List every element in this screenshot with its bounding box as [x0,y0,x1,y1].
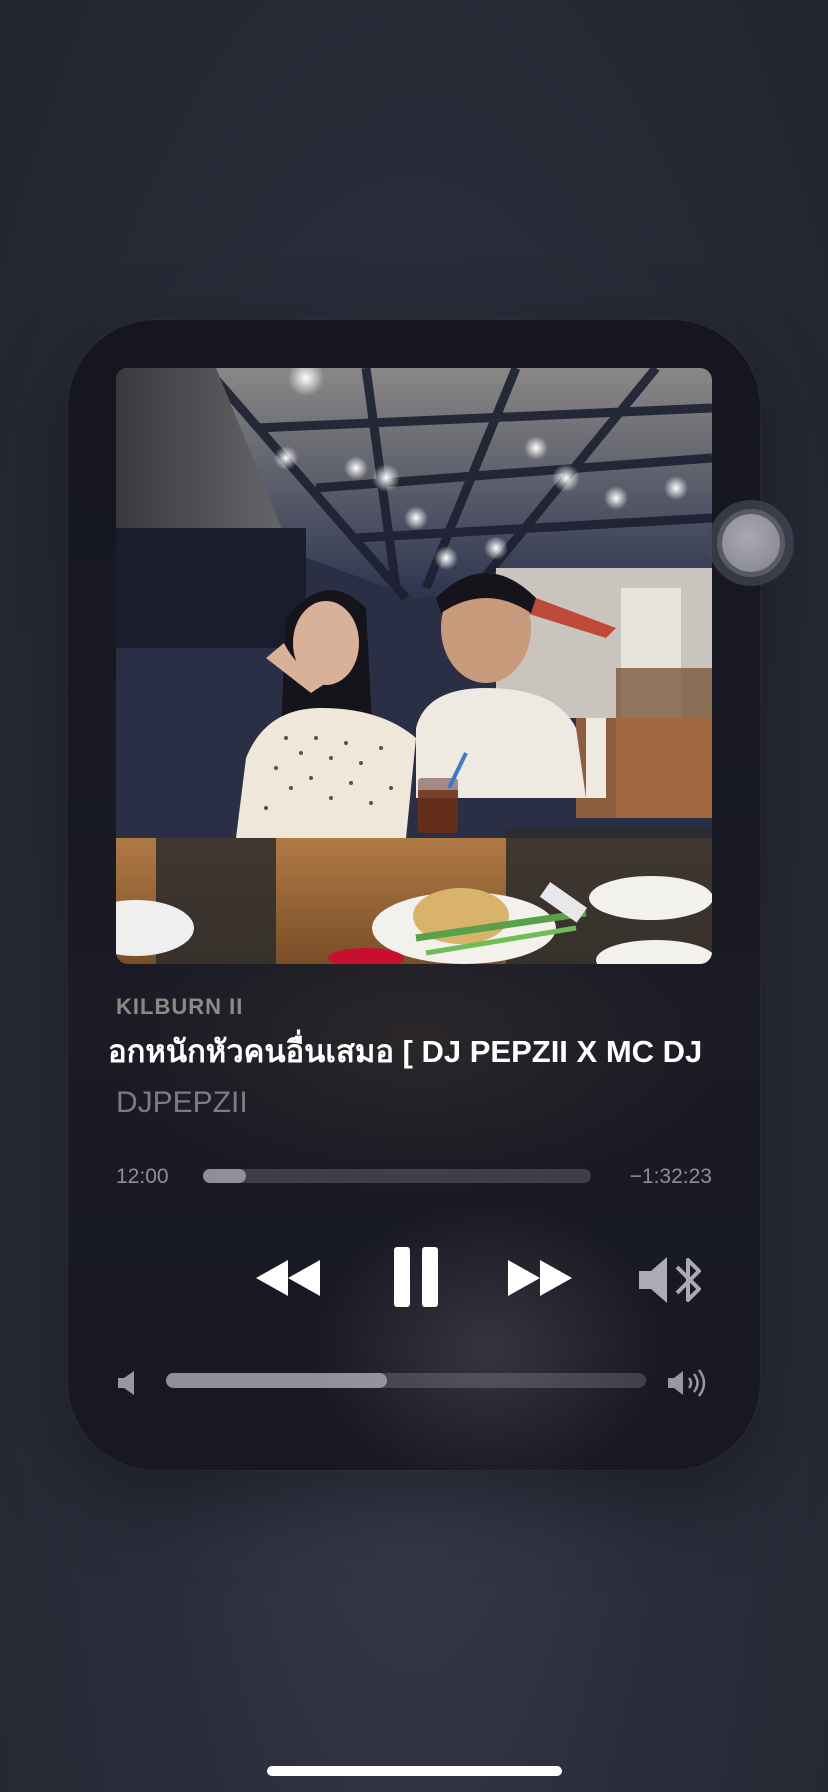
output-device-button[interactable] [633,1248,713,1312]
speaker-bluetooth-icon [639,1257,701,1303]
screen: KILBURN II อกหนักหัวคนอื่นเสมอ [ DJ PEPZ… [0,0,828,1792]
playback-progress-fill [203,1169,246,1183]
now-playing-card: KILBURN II อกหนักหัวคนอื่นเสมอ [ DJ PEPZ… [68,320,760,1470]
pause-icon [394,1247,438,1307]
volume-high-icon [668,1369,706,1397]
pause-button[interactable] [381,1236,451,1318]
album-name: KILBURN II [116,994,244,1019]
track-title-marquee[interactable]: อกหนักหัวคนอื่นเสมอ [ DJ PEPZII X MC DJ [108,1028,708,1076]
volume-low-icon [118,1371,134,1395]
assistive-touch-button[interactable] [708,500,794,586]
rewind-button[interactable] [248,1248,328,1308]
album-artwork-image [116,368,712,964]
time-elapsed: 12:00 [116,1165,169,1188]
playback-scrubber[interactable] [203,1169,591,1183]
rewind-icon [256,1260,320,1296]
album-artwork[interactable] [116,368,712,964]
fast-forward-button[interactable] [500,1248,580,1308]
assistive-touch-icon [722,514,780,572]
home-indicator[interactable] [267,1766,562,1776]
volume-slider[interactable] [166,1373,646,1388]
artist-name[interactable]: DJPEPZII [116,1086,248,1120]
track-title: อกหนักหัวคนอื่นเสมอ [ DJ PEPZII X MC DJ [108,1034,703,1069]
controls-glow [308,1200,668,1470]
fast-forward-icon [508,1260,572,1296]
volume-level-fill [166,1373,387,1388]
time-remaining: −1:32:23 [629,1165,712,1188]
